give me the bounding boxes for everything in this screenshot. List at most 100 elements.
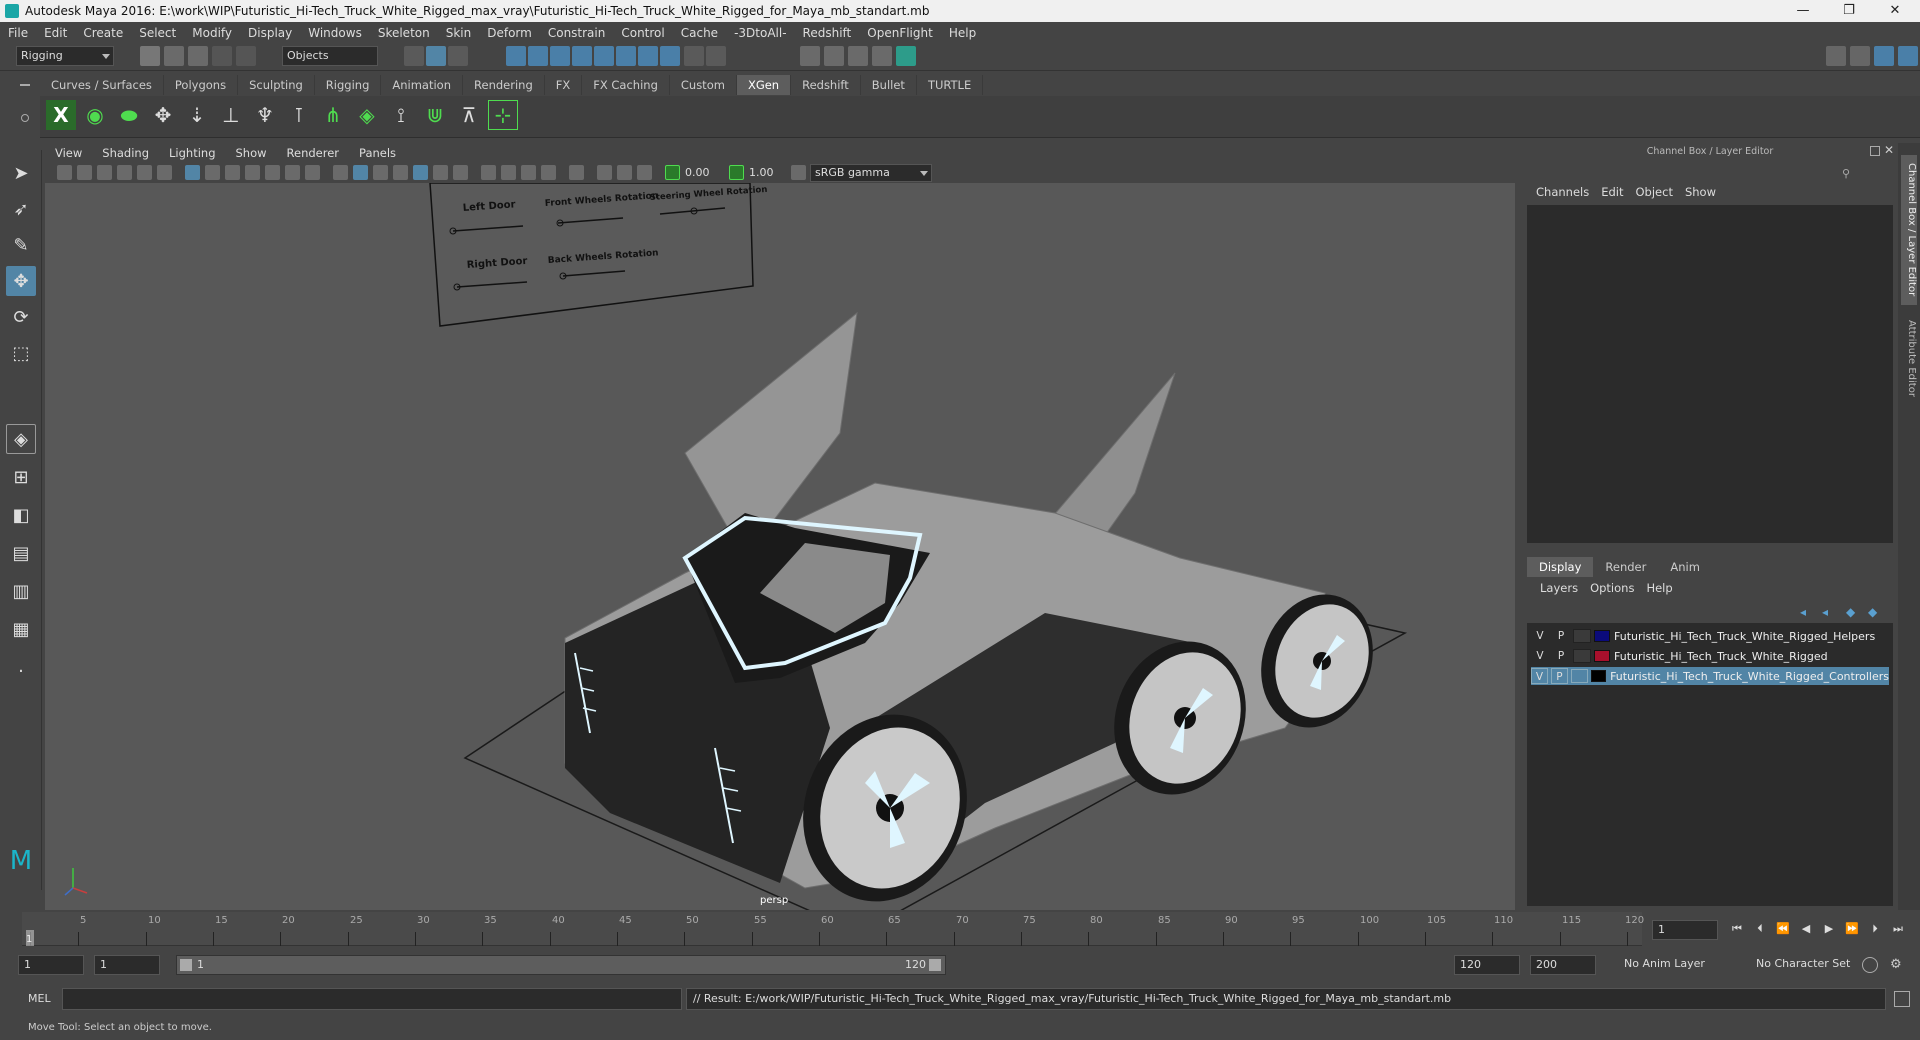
menu-set-dropdown[interactable]: Rigging [16, 46, 114, 66]
range-end-handle[interactable] [929, 959, 941, 971]
xgen-place-guides-icon[interactable]: ✥ [148, 100, 178, 130]
scale-tool-icon[interactable]: ⬚ [6, 338, 36, 368]
xgen-lock-guides-icon[interactable]: ⊺ [284, 100, 314, 130]
redo-icon[interactable] [236, 46, 256, 66]
play-forwards-icon[interactable]: ▶ [1822, 922, 1836, 936]
channel-box-area[interactable] [1527, 205, 1893, 543]
layer-display-type[interactable] [1570, 669, 1588, 683]
modeling-toolkit-icon[interactable] [1850, 46, 1870, 66]
safe-title-icon[interactable] [305, 165, 320, 180]
xgen-interactive-groom-icon[interactable]: ⊹ [488, 100, 518, 130]
tab-curves-surfaces[interactable]: Curves / Surfaces [40, 75, 164, 95]
command-input[interactable] [62, 988, 682, 1010]
vp-menu-show[interactable]: Show [226, 146, 277, 160]
tab-redshift[interactable]: Redshift [791, 75, 861, 95]
cb-menu-channels[interactable]: Channels [1530, 185, 1595, 199]
xray-joints-icon[interactable] [617, 165, 632, 180]
layer-visibility-toggle[interactable]: V [1531, 668, 1548, 684]
workspace-icon[interactable] [1826, 46, 1846, 66]
select-component-icon[interactable] [448, 46, 468, 66]
animation-start-field[interactable]: 1 [18, 955, 84, 975]
snap-grid-icon[interactable] [506, 46, 526, 66]
anim-preferences-icon[interactable]: ⚙ [1890, 957, 1906, 973]
close-button[interactable]: ✕ [1872, 0, 1918, 22]
save-scene-icon[interactable] [188, 46, 208, 66]
safe-action-icon[interactable] [285, 165, 300, 180]
step-forward-frame-icon[interactable]: ⏵ [1868, 922, 1882, 936]
field-chart-icon[interactable] [265, 165, 280, 180]
vp-menu-view[interactable]: View [45, 146, 92, 160]
motion-blur-icon[interactable] [501, 165, 516, 180]
menu-create[interactable]: Create [75, 26, 131, 40]
render-settings-icon[interactable] [848, 46, 868, 66]
history-icon[interactable] [706, 46, 726, 66]
gate-mask-icon[interactable] [245, 165, 260, 180]
select-tool-icon[interactable]: ➤ [6, 158, 36, 188]
time-ruler[interactable]: 1 5 10 15 20 25 30 35 40 45 50 55 60 65 … [22, 912, 1644, 946]
xgen-add-guide-icon[interactable]: ⊥ [216, 100, 246, 130]
tab-rendering[interactable]: Rendering [463, 75, 545, 95]
xgen-preview-icon[interactable]: ◉ [80, 100, 110, 130]
layer-row-selected[interactable]: V P Futuristic_Hi_Tech_Truck_White_Rigge… [1531, 667, 1889, 685]
paint-select-tool-icon[interactable]: ✎ [6, 230, 36, 260]
step-back-key-icon[interactable]: ⏪ [1776, 922, 1790, 936]
character-set-dropdown[interactable]: No Character Set [1752, 955, 1874, 975]
wireframe-icon[interactable] [333, 165, 348, 180]
cb-menu-show[interactable]: Show [1679, 185, 1722, 199]
le-menu-help[interactable]: Help [1640, 581, 1678, 595]
playback-end-field[interactable]: 120 [1454, 955, 1520, 975]
layer-color-swatch[interactable] [1594, 650, 1610, 662]
color-space-dropdown[interactable]: sRGB gamma [810, 164, 932, 182]
menu-display[interactable]: Display [240, 26, 300, 40]
xgen-grow-icon[interactable]: ⋔ [318, 100, 348, 130]
hypershade-icon[interactable] [872, 46, 892, 66]
snap-vertex-icon[interactable] [638, 46, 658, 66]
cb-menu-edit[interactable]: Edit [1595, 185, 1629, 199]
vp-menu-panels[interactable]: Panels [349, 146, 406, 160]
open-scene-icon[interactable] [164, 46, 184, 66]
xray-icon[interactable] [597, 165, 612, 180]
auto-key-icon[interactable] [1862, 957, 1878, 973]
smooth-shade-icon[interactable] [353, 165, 368, 180]
selection-mask-dropdown[interactable]: Objects [282, 46, 378, 66]
new-layer-icon[interactable]: ◆ [1846, 605, 1855, 619]
tab-bullet[interactable]: Bullet [861, 75, 917, 95]
move-layer-up-icon[interactable]: ◂ [1800, 605, 1806, 619]
default-material-icon[interactable] [373, 165, 388, 180]
film-gate-icon[interactable] [205, 165, 220, 180]
go-to-end-icon[interactable]: ⏭ [1891, 922, 1905, 936]
rotate-tool-icon[interactable]: ⟳ [6, 302, 36, 332]
float-panel-icon[interactable] [1870, 146, 1880, 156]
layer-display-type[interactable] [1573, 629, 1591, 643]
menu-help[interactable]: Help [941, 26, 984, 40]
channel-box-tool-icon[interactable]: ⚲ [1842, 167, 1856, 181]
gamma-icon[interactable] [729, 165, 744, 180]
tab-render[interactable]: Render [1593, 557, 1658, 577]
wireframe-on-shaded-icon[interactable] [393, 165, 408, 180]
menu-file[interactable]: File [0, 26, 36, 40]
snap-magnet-icon[interactable] [660, 46, 680, 66]
layout-menu-icon[interactable]: · [6, 656, 36, 686]
menu-modify[interactable]: Modify [184, 26, 240, 40]
image-plane-icon[interactable] [117, 165, 132, 180]
perspective-viewport[interactable]: Left Door Front Wheels Rotation Steering… [45, 183, 1515, 910]
lock-icon[interactable] [684, 46, 704, 66]
step-forward-key-icon[interactable]: ⏩ [1845, 922, 1859, 936]
layer-row[interactable]: V P Futuristic_Hi_Tech_Truck_White_Rigge… [1531, 627, 1889, 645]
script-language-toggle[interactable]: MEL [28, 992, 51, 1005]
undo-icon[interactable] [212, 46, 232, 66]
anti-aliasing-icon[interactable] [521, 165, 536, 180]
depth-of-field-icon[interactable] [541, 165, 556, 180]
persp-outliner-layout-icon[interactable]: ◧ [6, 500, 36, 530]
menu-3dtoall[interactable]: -3DtoAll- [726, 26, 794, 40]
tab-anim[interactable]: Anim [1658, 557, 1712, 577]
tab-turtle[interactable]: TURTLE [917, 75, 984, 95]
move-tool-icon[interactable]: ✥ [6, 266, 36, 296]
tab-xgen[interactable]: XGen [736, 75, 792, 95]
layer-color-swatch[interactable] [1594, 630, 1610, 642]
tab-display[interactable]: Display [1527, 557, 1594, 577]
xray-components-icon[interactable] [637, 165, 652, 180]
shadows-icon[interactable] [453, 165, 468, 180]
menu-edit[interactable]: Edit [36, 26, 75, 40]
persp-hypershade-layout-icon[interactable]: ▥ [6, 576, 36, 606]
